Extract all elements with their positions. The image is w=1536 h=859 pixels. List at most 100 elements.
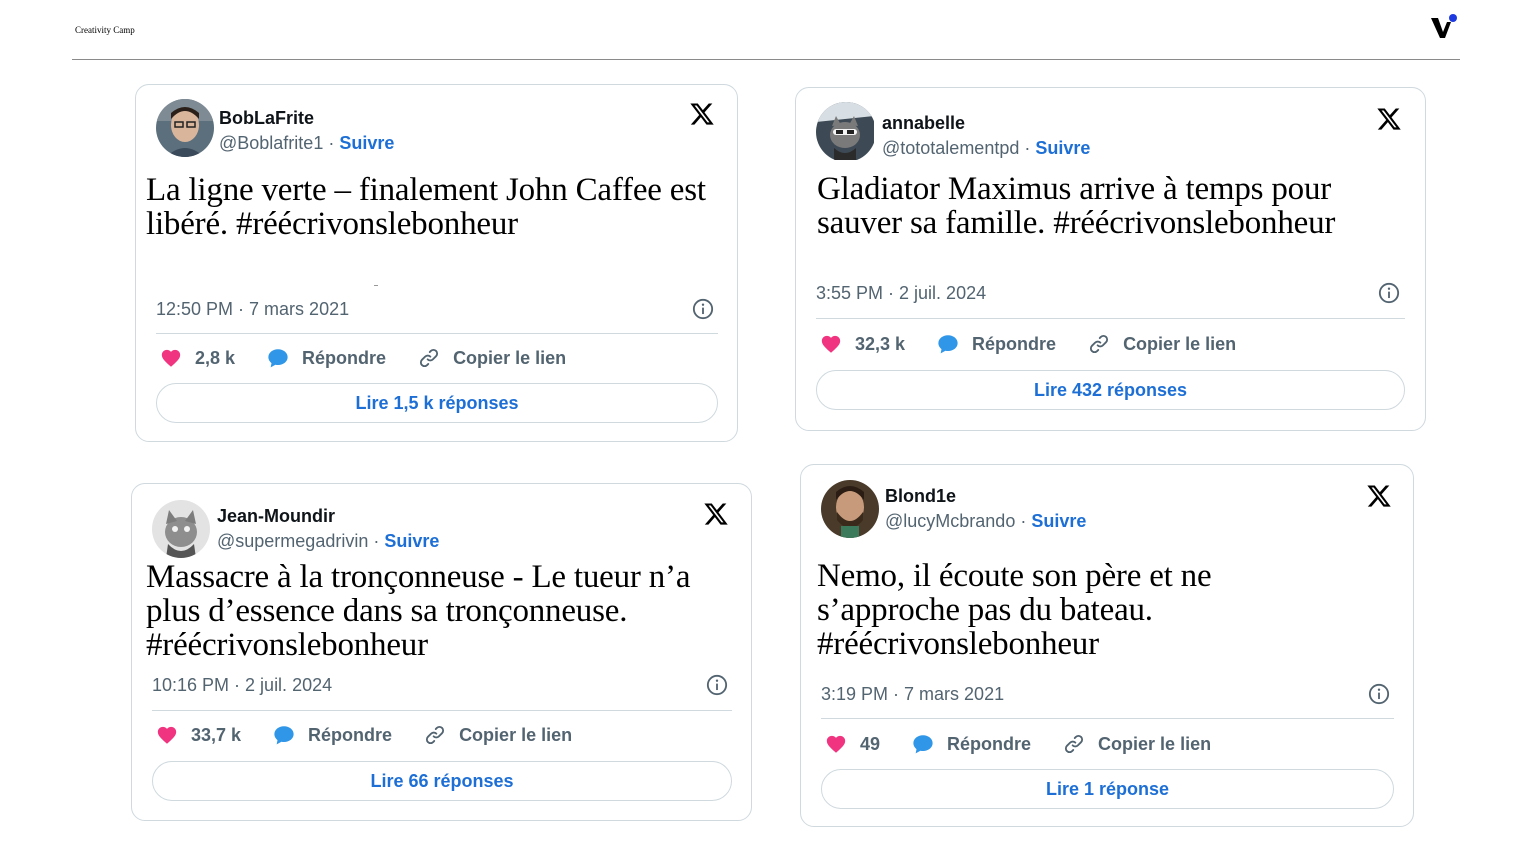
reply-label: Répondre	[302, 347, 387, 368]
user-handle[interactable]: @Boblafrite1	[219, 133, 323, 153]
avatar[interactable]	[821, 480, 879, 538]
speech-bubble-icon	[912, 733, 934, 755]
reply-button[interactable]: Répondre	[912, 733, 1031, 755]
info-icon[interactable]	[1378, 282, 1400, 304]
tweet-text: Massacre à la tronçonneuse - Le tueur n’…	[146, 559, 691, 663]
tweet-timestamp[interactable]: 12:50 PM · 7 mars 2021	[156, 299, 349, 320]
tweet-timestamp[interactable]: 3:55 PM · 2 juil. 2024	[816, 283, 986, 304]
reply-button[interactable]: Répondre	[273, 724, 392, 746]
divider	[152, 710, 732, 711]
action-bar: 32,3 k Répondre Copier le lien	[820, 333, 1268, 355]
copy-link-button[interactable]: Copier le lien	[424, 724, 572, 746]
brand-mark-icon	[1428, 12, 1460, 42]
tweet-author: BobLaFrite @Boblafrite1 · Suivre	[219, 106, 394, 156]
brand-title: Creativity Camp	[75, 25, 135, 35]
like-button[interactable]: 32,3 k	[820, 333, 905, 355]
separator: ·	[373, 531, 380, 551]
avatar[interactable]	[816, 102, 876, 162]
action-bar: 2,8 k Répondre Copier le lien	[160, 347, 598, 369]
tweet-text: Nemo, il écoute son père et ne s’approch…	[817, 558, 1212, 662]
like-button[interactable]: 49	[825, 733, 880, 755]
x-logo-icon[interactable]	[1375, 106, 1403, 132]
read-replies-button[interactable]: Lire 1,5 k réponses	[156, 383, 718, 423]
heart-icon	[160, 347, 182, 369]
avatar[interactable]	[152, 500, 210, 558]
reply-button[interactable]: Répondre	[267, 347, 386, 369]
reply-label: Répondre	[972, 333, 1057, 354]
copy-link-label: Copier le lien	[1098, 733, 1212, 754]
link-icon	[418, 347, 440, 369]
like-count: 32,3 k	[855, 333, 906, 354]
separator: ·	[1024, 138, 1031, 158]
info-icon[interactable]	[1368, 683, 1390, 705]
reply-button[interactable]: Répondre	[937, 333, 1056, 355]
follow-button[interactable]: Suivre	[1035, 138, 1090, 158]
speech-bubble-icon	[267, 347, 289, 369]
tweet-text: Gladiator Maximus arrive à temps pour sa…	[817, 171, 1336, 241]
copy-link-button[interactable]: Copier le lien	[1088, 333, 1236, 355]
read-replies-button[interactable]: Lire 432 réponses	[816, 370, 1405, 410]
tweet-author: Blond1e @lucyMcbrando · Suivre	[885, 484, 1086, 534]
x-logo-icon[interactable]	[688, 101, 716, 127]
separator: ·	[1020, 511, 1027, 531]
display-name[interactable]: Jean-Moundir	[217, 504, 439, 528]
divider	[156, 333, 718, 334]
copy-link-label: Copier le lien	[453, 347, 567, 368]
display-name[interactable]: BobLaFrite	[219, 106, 394, 130]
heart-icon	[825, 733, 847, 755]
follow-button[interactable]: Suivre	[384, 531, 439, 551]
header-divider	[72, 59, 1460, 60]
copy-link-label: Copier le lien	[1123, 333, 1237, 354]
follow-button[interactable]: Suivre	[339, 133, 394, 153]
copy-link-button[interactable]: Copier le lien	[418, 347, 566, 369]
tweet-text: La ligne verte – finalement John Caffee …	[146, 172, 706, 242]
user-handle[interactable]: @lucyMcbrando	[885, 511, 1015, 531]
x-logo-icon[interactable]	[702, 501, 730, 527]
handle-row: @Boblafrite1 · Suivre	[219, 130, 394, 156]
tweet-card: Blond1e @lucyMcbrando · Suivre Nemo, il …	[800, 464, 1414, 827]
x-logo-icon[interactable]	[1365, 483, 1393, 509]
user-handle[interactable]: @supermegadrivin	[217, 531, 368, 551]
speech-bubble-icon	[273, 724, 295, 746]
like-button[interactable]: 2,8 k	[160, 347, 235, 369]
info-icon[interactable]	[706, 674, 728, 696]
link-icon	[424, 724, 446, 746]
speech-bubble-icon	[937, 333, 959, 355]
decorative-dash	[374, 285, 378, 286]
follow-button[interactable]: Suivre	[1031, 511, 1086, 531]
like-button[interactable]: 33,7 k	[156, 724, 241, 746]
link-icon	[1063, 733, 1085, 755]
info-icon[interactable]	[692, 298, 714, 320]
handle-row: @supermegadrivin · Suivre	[217, 528, 439, 554]
tweet-card: annabelle @tototalementpd · Suivre Gladi…	[795, 87, 1426, 431]
action-bar: 49 Répondre Copier le lien	[825, 733, 1243, 755]
read-replies-button[interactable]: Lire 66 réponses	[152, 761, 732, 801]
copy-link-label: Copier le lien	[459, 724, 573, 745]
handle-row: @lucyMcbrando · Suivre	[885, 508, 1086, 534]
tweet-card: Jean-Moundir @supermegadrivin · Suivre M…	[131, 483, 752, 821]
heart-icon	[820, 333, 842, 355]
reply-label: Répondre	[308, 724, 393, 745]
user-handle[interactable]: @tototalementpd	[882, 138, 1019, 158]
copy-link-button[interactable]: Copier le lien	[1063, 733, 1211, 755]
heart-icon	[156, 724, 178, 746]
tweet-timestamp[interactable]: 3:19 PM · 7 mars 2021	[821, 684, 1004, 705]
display-name[interactable]: annabelle	[882, 111, 1090, 135]
divider	[821, 718, 1394, 719]
divider	[816, 318, 1405, 319]
tweet-author: Jean-Moundir @supermegadrivin · Suivre	[217, 504, 439, 554]
separator: ·	[328, 133, 335, 153]
tweet-author: annabelle @tototalementpd · Suivre	[882, 111, 1090, 161]
handle-row: @tototalementpd · Suivre	[882, 135, 1090, 161]
link-icon	[1088, 333, 1110, 355]
reply-label: Répondre	[947, 733, 1032, 754]
read-replies-button[interactable]: Lire 1 réponse	[821, 769, 1394, 809]
action-bar: 33,7 k Répondre Copier le lien	[156, 724, 604, 746]
like-count: 2,8 k	[195, 347, 236, 368]
like-count: 33,7 k	[191, 724, 242, 745]
display-name[interactable]: Blond1e	[885, 484, 1086, 508]
tweet-timestamp[interactable]: 10:16 PM · 2 juil. 2024	[152, 675, 332, 696]
avatar[interactable]	[156, 99, 214, 157]
like-count: 49	[860, 733, 881, 754]
tweet-card: BobLaFrite @Boblafrite1 · Suivre La lign…	[135, 84, 738, 442]
